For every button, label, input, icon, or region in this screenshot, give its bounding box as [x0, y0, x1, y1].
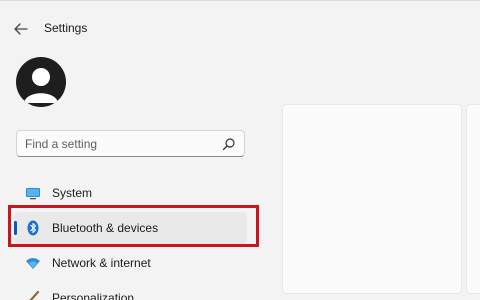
- wifi-icon: [24, 254, 42, 272]
- brush-icon: [24, 289, 42, 300]
- user-avatar[interactable]: [16, 57, 66, 107]
- search-icon[interactable]: [222, 137, 236, 151]
- title-bar: Settings: [0, 1, 480, 57]
- monitor-icon: [24, 184, 42, 202]
- search-input[interactable]: Find a setting: [25, 137, 97, 151]
- window-title: Settings: [44, 21, 88, 35]
- sidebar-item-network-internet[interactable]: Network & internet: [14, 247, 247, 279]
- highlight-annotation: [8, 205, 259, 247]
- back-button[interactable]: [10, 19, 32, 39]
- content-card: [282, 104, 462, 294]
- search-box[interactable]: Find a setting: [16, 130, 245, 157]
- sidebar-item-label: System: [52, 186, 93, 200]
- person-icon: [24, 68, 58, 103]
- sidebar-item-label: Personalization: [52, 291, 135, 300]
- sidebar-item-label: Network & internet: [52, 256, 151, 270]
- sidebar-item-personalization[interactable]: Personalization: [14, 282, 247, 300]
- settings-window: Settings Find a setting System Bluetooth…: [0, 0, 480, 300]
- content-card-secondary: [466, 104, 480, 294]
- back-arrow-icon: [14, 23, 28, 35]
